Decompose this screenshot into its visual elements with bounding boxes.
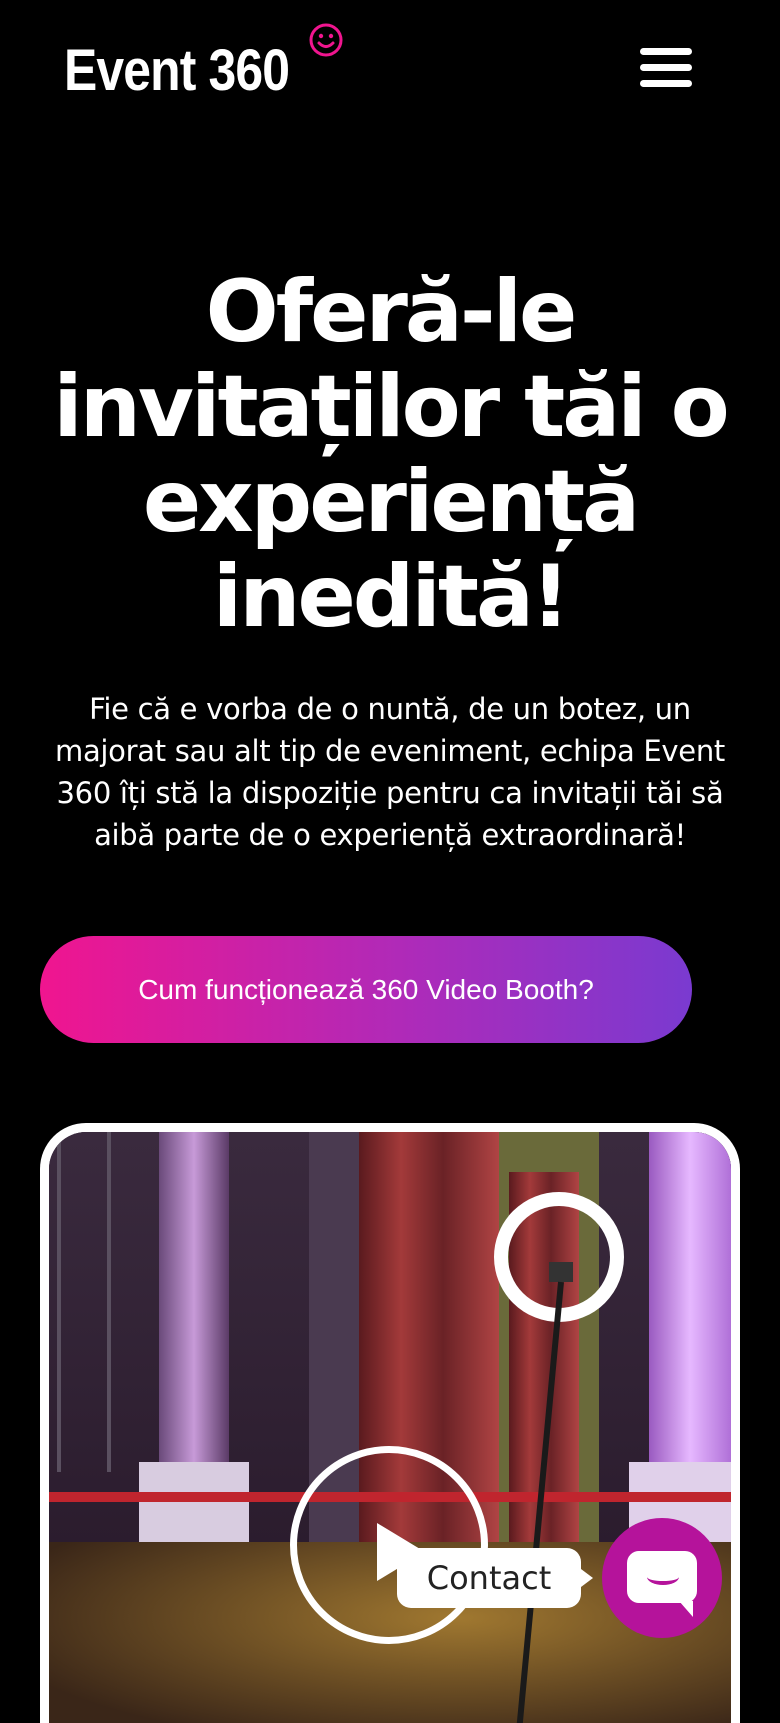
hamburger-menu-button[interactable] bbox=[640, 48, 696, 94]
smiley-icon bbox=[309, 23, 343, 57]
hero-description: Fie că e vorba de o nuntă, de un botez, … bbox=[55, 692, 725, 852]
contact-tooltip[interactable]: Contact bbox=[397, 1548, 593, 1608]
chat-bubble-icon bbox=[627, 1551, 697, 1617]
site-header: Event 360 bbox=[0, 0, 780, 150]
hamburger-menu-icon bbox=[640, 48, 692, 55]
logo[interactable]: Event 360 bbox=[64, 36, 290, 106]
hero-title: Oferă-le invitaților tăi o experiență in… bbox=[53, 262, 730, 647]
chat-button[interactable] bbox=[602, 1518, 722, 1638]
play-button[interactable] bbox=[290, 1446, 488, 1644]
how-it-works-button[interactable]: Cum funcționează 360 Video Booth? bbox=[40, 936, 692, 1043]
